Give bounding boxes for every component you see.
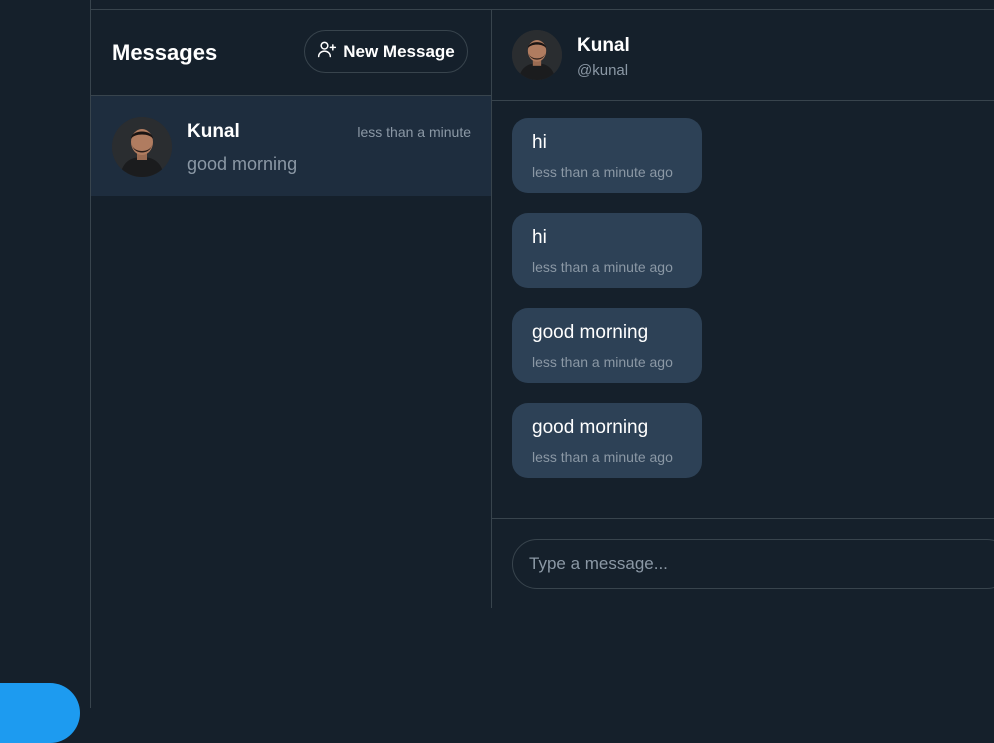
- message-time: less than a minute ago: [532, 449, 673, 465]
- conversation-time: less than a minute: [357, 124, 471, 140]
- message-time: less than a minute ago: [532, 354, 673, 370]
- left-navigation-rail: [0, 0, 91, 743]
- conversation-list-header: Messages New Message: [91, 10, 491, 96]
- avatar: [112, 117, 172, 177]
- new-message-label: New Message: [343, 41, 455, 61]
- chat-composer: [492, 518, 994, 609]
- compose-button[interactable]: [0, 683, 80, 743]
- conversation-list-panel: Messages New Message Kunal less than a m…: [91, 10, 492, 608]
- avatar[interactable]: [512, 30, 562, 80]
- message-bubble: good morning less than a minute ago: [512, 403, 702, 478]
- message-text: good morning: [532, 322, 649, 343]
- page-title: Messages: [112, 40, 218, 65]
- user-plus-icon: [317, 39, 337, 64]
- message-input[interactable]: [512, 539, 994, 589]
- conversation-item[interactable]: Kunal less than a minute good morning: [91, 96, 491, 196]
- message-text: hi: [532, 132, 547, 153]
- conversation-preview: good morning: [187, 154, 298, 174]
- message-time: less than a minute ago: [532, 259, 673, 275]
- message-bubble: good morning less than a minute ago: [512, 308, 702, 383]
- chat-contact-name: Kunal: [577, 35, 630, 56]
- message-time: less than a minute ago: [532, 164, 673, 180]
- message-bubble: hi less than a minute ago: [512, 213, 702, 288]
- message-text: hi: [532, 227, 547, 248]
- message-text: good morning: [532, 417, 649, 438]
- chat-contact-handle: @kunal: [577, 62, 629, 79]
- message-bubble: hi less than a minute ago: [512, 118, 702, 193]
- new-message-button[interactable]: New Message: [304, 30, 468, 73]
- chat-panel: Kunal @kunal hi less than a minute ago h…: [492, 10, 994, 608]
- chat-header: Kunal @kunal: [492, 10, 994, 101]
- conversation-name: Kunal: [187, 121, 240, 142]
